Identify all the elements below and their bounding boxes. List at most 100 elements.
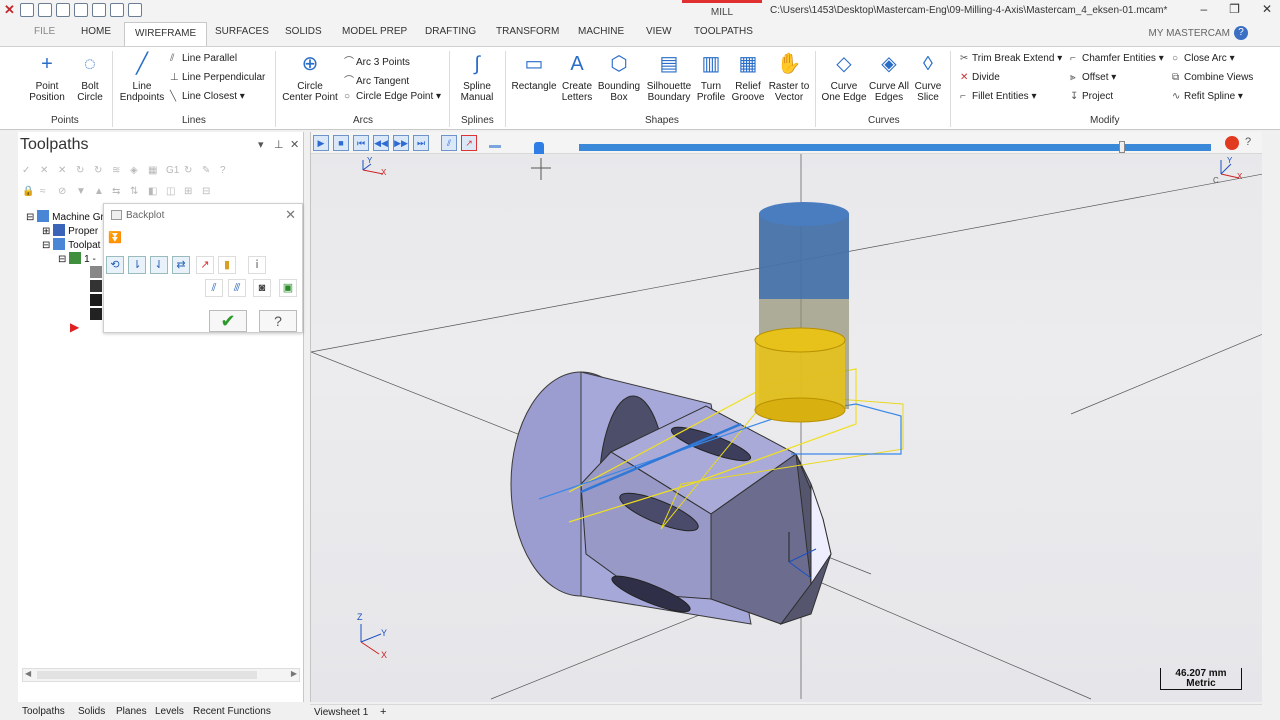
open-icon[interactable] [56,3,70,17]
tab-drafting[interactable]: DRAFTING [425,26,476,37]
move-down-icon[interactable]: ▼ [76,186,87,197]
help-icon[interactable]: ? [1234,26,1248,40]
save-as-geometry-icon[interactable]: ▣ [279,279,297,297]
bounding-box-button[interactable]: ⬡ Bounding Box [596,51,642,104]
help-icon[interactable]: ? [220,165,231,176]
tab-surfaces[interactable]: SURFACES [215,26,269,37]
bolt-circle-button[interactable]: ◌ Bolt Circle [72,51,108,104]
curve-one-edge-button[interactable]: ◇ Curve One Edge [820,51,868,104]
display-tool-icon[interactable]: ⇂ [128,256,146,274]
display-rapid-icon[interactable]: ⇄ [172,256,190,274]
move-up-icon[interactable]: ▲ [94,186,105,197]
stop-icon[interactable]: ■ [333,135,349,151]
tab-toolpaths-panel[interactable]: Toolpaths [22,706,65,717]
regenerate-dirty-icon[interactable]: ↻ [94,165,105,176]
horizontal-scrollbar[interactable]: ◀ ▶ [22,668,300,682]
line-endpoints-button[interactable]: ╱ Line Endpoints [116,51,168,104]
speed-slider-track[interactable] [489,145,501,148]
collapse-icon[interactable]: ⊟ [202,186,213,197]
trim-break-extend-button[interactable]: ✂ Trim Break Extend ▾ [960,53,1062,64]
display-endpoints-icon[interactable]: ↗ [196,256,214,274]
info-icon[interactable]: ⅰ [248,256,266,274]
new-file-icon[interactable] [20,3,34,17]
viewport-help-icon[interactable]: ? [1245,136,1251,148]
step-back-start-icon[interactable]: ⏮ [353,135,369,151]
scroll-left-icon[interactable]: ◀ [25,669,31,678]
offset-button[interactable]: ⫸ Offset ▾ [1070,72,1116,83]
tab-file[interactable]: FILE [34,26,55,37]
redo-icon[interactable] [128,3,142,17]
play-icon[interactable]: ▶ [313,135,329,151]
step-forward-end-icon[interactable]: ⏭ [413,135,429,151]
configure-icon[interactable]: ⫽ [205,279,223,297]
close-button[interactable]: ✕ [1262,2,1272,16]
display-path-icon[interactable]: ⟲ [106,256,124,274]
pin-icon[interactable]: ⊥ [274,138,284,151]
step-forward-icon[interactable]: ▶▶ [393,135,409,151]
stop-conditions-icon[interactable] [1225,136,1239,150]
tree-machine-group[interactable]: ⊟ Machine Gr [26,210,104,223]
create-letters-button[interactable]: A Create Letters [558,51,596,104]
tab-model-prep[interactable]: MODEL PREP [342,26,407,37]
tab-home[interactable]: HOME [81,26,111,37]
fillet-entities-button[interactable]: ⌐ Fillet Entities ▾ [960,91,1037,102]
screenshot-icon[interactable]: ◙ [253,279,271,297]
relief-groove-button[interactable]: ▦ Relief Groove [728,51,768,104]
project-button[interactable]: ↧ Project [1070,91,1113,102]
raster-to-vector-button[interactable]: ✋ Raster to Vector [768,51,810,104]
step-back-icon[interactable]: ◀◀ [373,135,389,151]
arc-3-points-button[interactable]: ⌒ Arc 3 Points [344,53,410,68]
line-parallel-button[interactable]: ⫽ Line Parallel [170,53,237,64]
playback-cursor[interactable] [1119,141,1125,153]
add-viewsheet-button[interactable]: + [380,706,386,718]
minimize-button[interactable]: – [1200,2,1207,16]
tab-recent-functions[interactable]: Recent Functions [193,706,271,717]
deselect-icon[interactable]: ✕ [40,165,51,176]
spline-manual-button[interactable]: ∫ Spline Manual [454,51,500,104]
my-mastercam-link[interactable]: MY MASTERCAM [1149,28,1231,39]
print-icon[interactable] [74,3,88,17]
display-holder-icon[interactable]: ⇃ [150,256,168,274]
viewsheet-tab[interactable]: Viewsheet 1 [314,707,368,718]
quick-verify-icon[interactable]: ▮ [218,256,236,274]
line-closest-button[interactable]: ╲ Line Closest ▾ [170,91,245,102]
panel-close-icon[interactable]: ✕ [290,138,299,151]
divide-button[interactable]: ✕ Divide [960,72,1000,83]
toolpath-filter-icon[interactable]: ⫻ [228,279,246,297]
ok-button[interactable]: ✔ [209,310,247,332]
trail-mode-icon[interactable]: ⫽ [441,135,457,151]
backplot-close-icon[interactable]: ✕ [285,207,296,223]
regenerate-icon[interactable]: ↻ [76,165,87,176]
delete-icon[interactable]: ✎ [202,165,213,176]
line-perpendicular-button[interactable]: ⊥ Line Perpendicular [170,72,265,83]
select-failed-icon[interactable]: ✕ [58,165,69,176]
tab-transform[interactable]: TRANSFORM [496,26,559,37]
high-feed-icon[interactable]: ↻ [184,165,195,176]
tab-solids-panel[interactable]: Solids [78,706,105,717]
post-icon[interactable]: G1 [166,165,179,176]
tab-view[interactable]: VIEW [646,26,672,37]
insert-after-icon[interactable]: ⇅ [130,186,141,197]
curve-all-edges-button[interactable]: ◈ Curve All Edges [868,51,910,104]
undo-icon[interactable] [110,3,124,17]
scroll-right-icon[interactable]: ▶ [291,669,297,678]
curve-slice-button[interactable]: ◊ Curve Slice [910,51,946,104]
circle-center-point-button[interactable]: ⊕ Circle Center Point [280,51,340,104]
restore-button[interactable]: ❐ [1229,2,1240,16]
arc-tangent-button[interactable]: ⌒ Arc Tangent [344,72,409,87]
tab-planes-panel[interactable]: Planes [116,706,147,717]
only-display-icon[interactable]: ◧ [148,186,159,197]
close-arc-button[interactable]: ○ Close Arc ▾ [1172,53,1235,64]
help-button[interactable]: ? [259,310,297,332]
simulate-icon[interactable]: ▦ [148,165,159,176]
rectangle-button[interactable]: ▭ Rectangle [510,51,558,93]
point-position-button[interactable]: + Point Position [22,51,72,104]
turn-profile-button[interactable]: ▥ Turn Profile [694,51,728,104]
scrollbar-thumb[interactable] [37,671,257,679]
toggle-display-icon[interactable]: ≈ [40,186,51,197]
insert-arrow-icon[interactable]: ⇆ [112,186,123,197]
expand-icon[interactable]: ⊞ [184,186,195,197]
save-icon[interactable] [38,3,52,17]
lock-icon[interactable]: 🔒 [22,186,34,197]
playback-progress-bar[interactable] [579,144,1211,151]
